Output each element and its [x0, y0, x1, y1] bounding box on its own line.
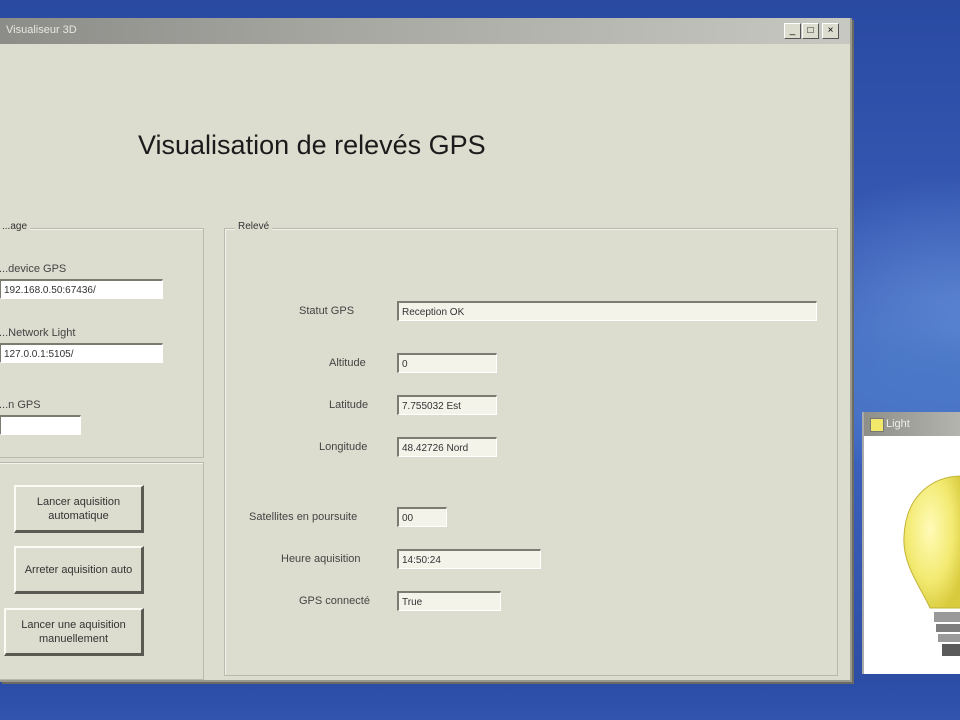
device-gps-label: ...device GPS: [0, 263, 67, 275]
close-button[interactable]: ×: [822, 23, 839, 39]
bulb-small-icon: [870, 418, 884, 432]
page-title: Visualisation de relevés GPS: [138, 130, 486, 160]
longitude-label: Longitude: [319, 441, 368, 453]
main-window: Visualiseur 3D _ □ × Visualisation de re…: [0, 18, 852, 682]
manual-acquisition-button[interactable]: Lancer une aquisition manuellement: [4, 608, 144, 656]
light-window-title: Light: [886, 418, 910, 430]
satellites-label: Satellites en poursuite: [249, 511, 358, 523]
stop-auto-acquisition-button[interactable]: Arreter aquisition auto: [14, 546, 144, 594]
heure-aquisition-label: Heure aquisition: [281, 553, 361, 565]
statut-gps-label: Statut GPS: [299, 305, 355, 317]
releve-group: Relevé Statut GPS Reception OK Altitude …: [224, 221, 838, 676]
light-window-titlebar[interactable]: Light: [864, 412, 960, 436]
gps-connecte-field[interactable]: True: [397, 591, 501, 611]
latitude-label: Latitude: [329, 399, 369, 411]
heure-aquisition-field[interactable]: 14:50:24: [397, 549, 541, 569]
network-light-label: ...Network Light: [0, 327, 76, 339]
light-bulb-icon: [903, 475, 960, 656]
start-auto-acquisition-button[interactable]: Lancer aquisition automatique: [14, 485, 144, 533]
window-title: Visualiseur 3D: [6, 24, 77, 36]
altitude-field[interactable]: 0: [397, 353, 497, 373]
gps-connecte-label: GPS connecté: [299, 595, 370, 607]
releve-group-label: Relevé: [235, 221, 273, 232]
device-gps-field[interactable]: 192.168.0.50:67436/: [0, 279, 163, 299]
gps-field[interactable]: [0, 415, 81, 435]
network-light-field[interactable]: 127.0.0.1:5105/: [0, 343, 163, 363]
config-group-label: ...age: [0, 221, 31, 232]
desktop-bottom: [0, 680, 960, 720]
gps-label: ...n GPS: [0, 399, 41, 411]
light-window: Light: [862, 412, 960, 674]
altitude-label: Altitude: [329, 357, 366, 369]
maximize-button[interactable]: □: [802, 23, 819, 39]
satellites-field[interactable]: 00: [397, 507, 447, 527]
latitude-field[interactable]: 7.755032 Est: [397, 395, 497, 415]
config-group: ...age ...device GPS 192.168.0.50:67436/…: [0, 221, 204, 458]
statut-gps-field[interactable]: Reception OK: [397, 301, 817, 321]
minimize-button[interactable]: _: [784, 23, 801, 39]
longitude-field[interactable]: 48.42726 Nord: [397, 437, 497, 457]
window-titlebar[interactable]: Visualiseur 3D _ □ ×: [0, 18, 850, 44]
